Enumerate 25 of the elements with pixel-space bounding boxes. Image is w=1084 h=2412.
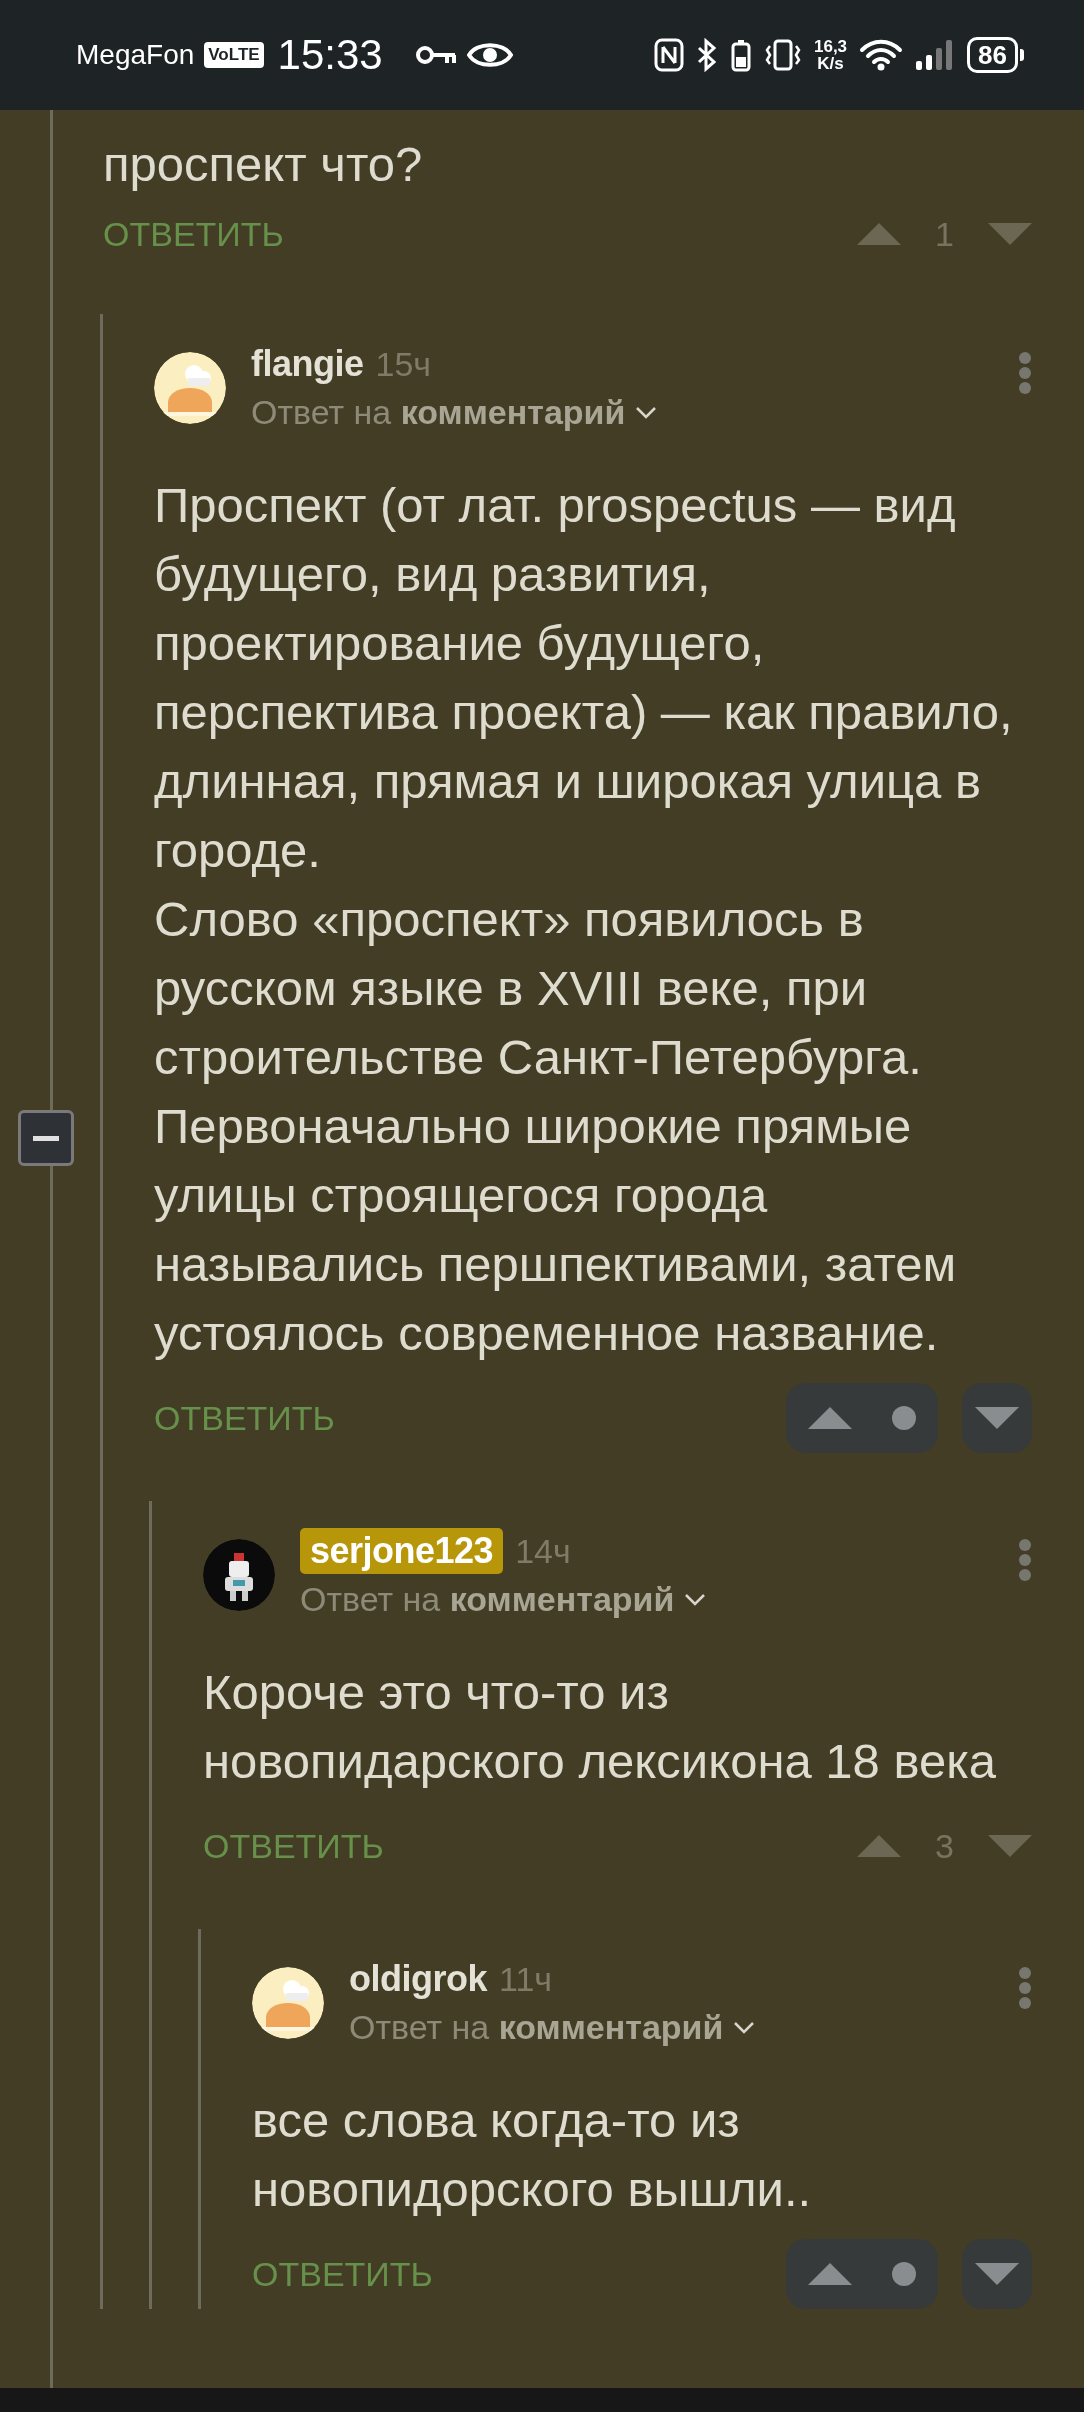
reply-button[interactable]: ОТВЕТИТЬ (203, 1826, 384, 1866)
carrier-name: MegaFon (76, 39, 195, 71)
comment-text: все слова когда-то из новопидорского вышли.. (252, 2092, 813, 2218)
clock: 15:33 (277, 31, 383, 79)
battery-indicator: 86 (967, 37, 1024, 73)
speed-unit: K/s (817, 55, 844, 72)
comment-time: 11ч (499, 1959, 552, 1999)
author-name[interactable]: oldigrok (349, 1958, 487, 2000)
comment-text: проспект что? (103, 136, 424, 193)
comment-time: 15ч (375, 344, 432, 384)
reply-to-link[interactable]: Ответ на комментарий (251, 392, 626, 432)
network-speed: 16,3 (814, 38, 848, 55)
reply-button[interactable]: ОТВЕТИТЬ (154, 1398, 335, 1438)
comment-time: 14ч (515, 1531, 571, 1571)
reply-button[interactable]: ОТВЕТИТЬ (103, 214, 284, 254)
volte-badge: VoLTE (204, 42, 264, 68)
comment-text: Проспект (от лат. prospectus — вид будущего, вид развития, проектирование будущего, перспектива проекта) — как правило, длинная, прямая и широкая улица в городе. Слово «проспект» появилось в русском языке в XVIII веке, при строительстве Санкт-Петербурга. Первоначально широкие прямые улицы строящегося города назывались першпективами, затем устоялось современное название. (154, 477, 1014, 1362)
author-name[interactable]: serjone123 (300, 1528, 504, 1574)
reply-button[interactable]: ОТВЕТИТЬ (252, 2254, 433, 2294)
reply-to-link[interactable]: Ответ на комментарий (300, 1579, 675, 1619)
author-name[interactable]: flangie (251, 343, 364, 385)
rating-count: 3 (935, 1826, 954, 1866)
reply-to-link[interactable]: Ответ на комментарий (349, 2007, 724, 2047)
comment-text: Короче это что-то из новопидарского лексикона 18 века (203, 1664, 997, 1790)
rating-count: 1 (935, 214, 954, 254)
